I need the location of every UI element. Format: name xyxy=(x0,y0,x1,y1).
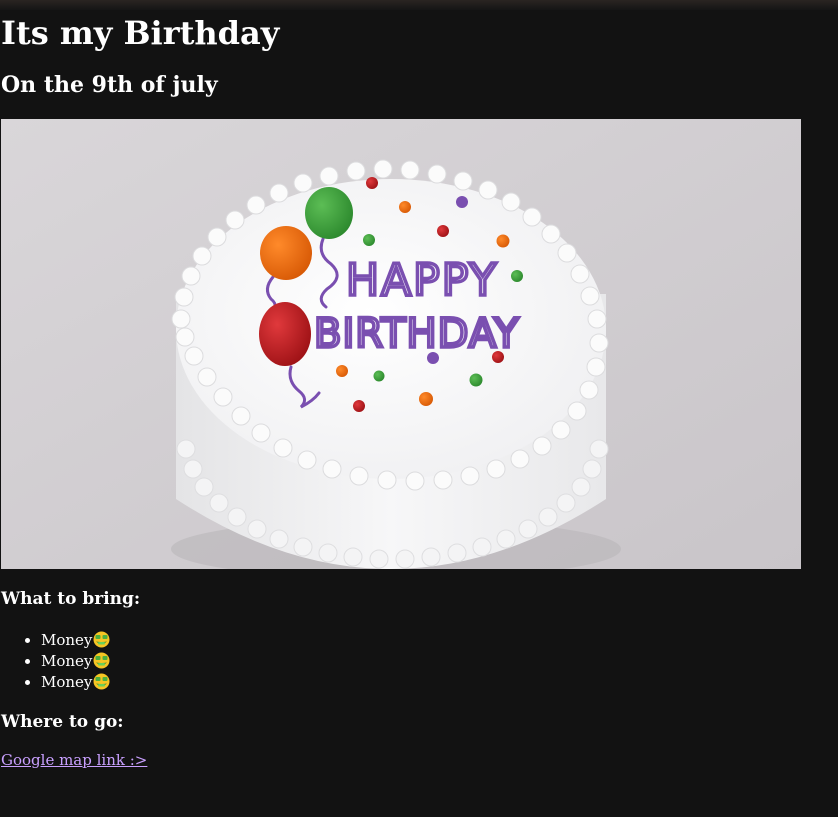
list-item: Money xyxy=(41,630,110,651)
cake-lettering-happy: HAPPY xyxy=(346,255,498,306)
list-item-label: Money xyxy=(41,631,93,649)
money-mouth-face-icon xyxy=(93,673,110,690)
bring-list: Money Money Money xyxy=(1,630,110,693)
bring-heading: What to bring: xyxy=(1,589,141,609)
list-item-label: Money xyxy=(41,673,93,691)
where-heading: Where to go: xyxy=(1,712,124,732)
money-mouth-face-icon xyxy=(93,652,110,669)
birthday-cake-image: HAPPY BIRTHDAY xyxy=(1,119,801,569)
google-map-link[interactable]: Google map link :> xyxy=(1,751,147,769)
page-subtitle: On the 9th of july xyxy=(1,72,218,98)
list-item-label: Money xyxy=(41,652,93,670)
money-mouth-face-icon xyxy=(93,631,110,648)
page-title: Its my Birthday xyxy=(1,14,280,52)
list-item: Money xyxy=(41,672,110,693)
browser-top-edge xyxy=(0,0,838,10)
list-item: Money xyxy=(41,651,110,672)
cake-lettering-birthday: BIRTHDAY xyxy=(314,311,519,357)
